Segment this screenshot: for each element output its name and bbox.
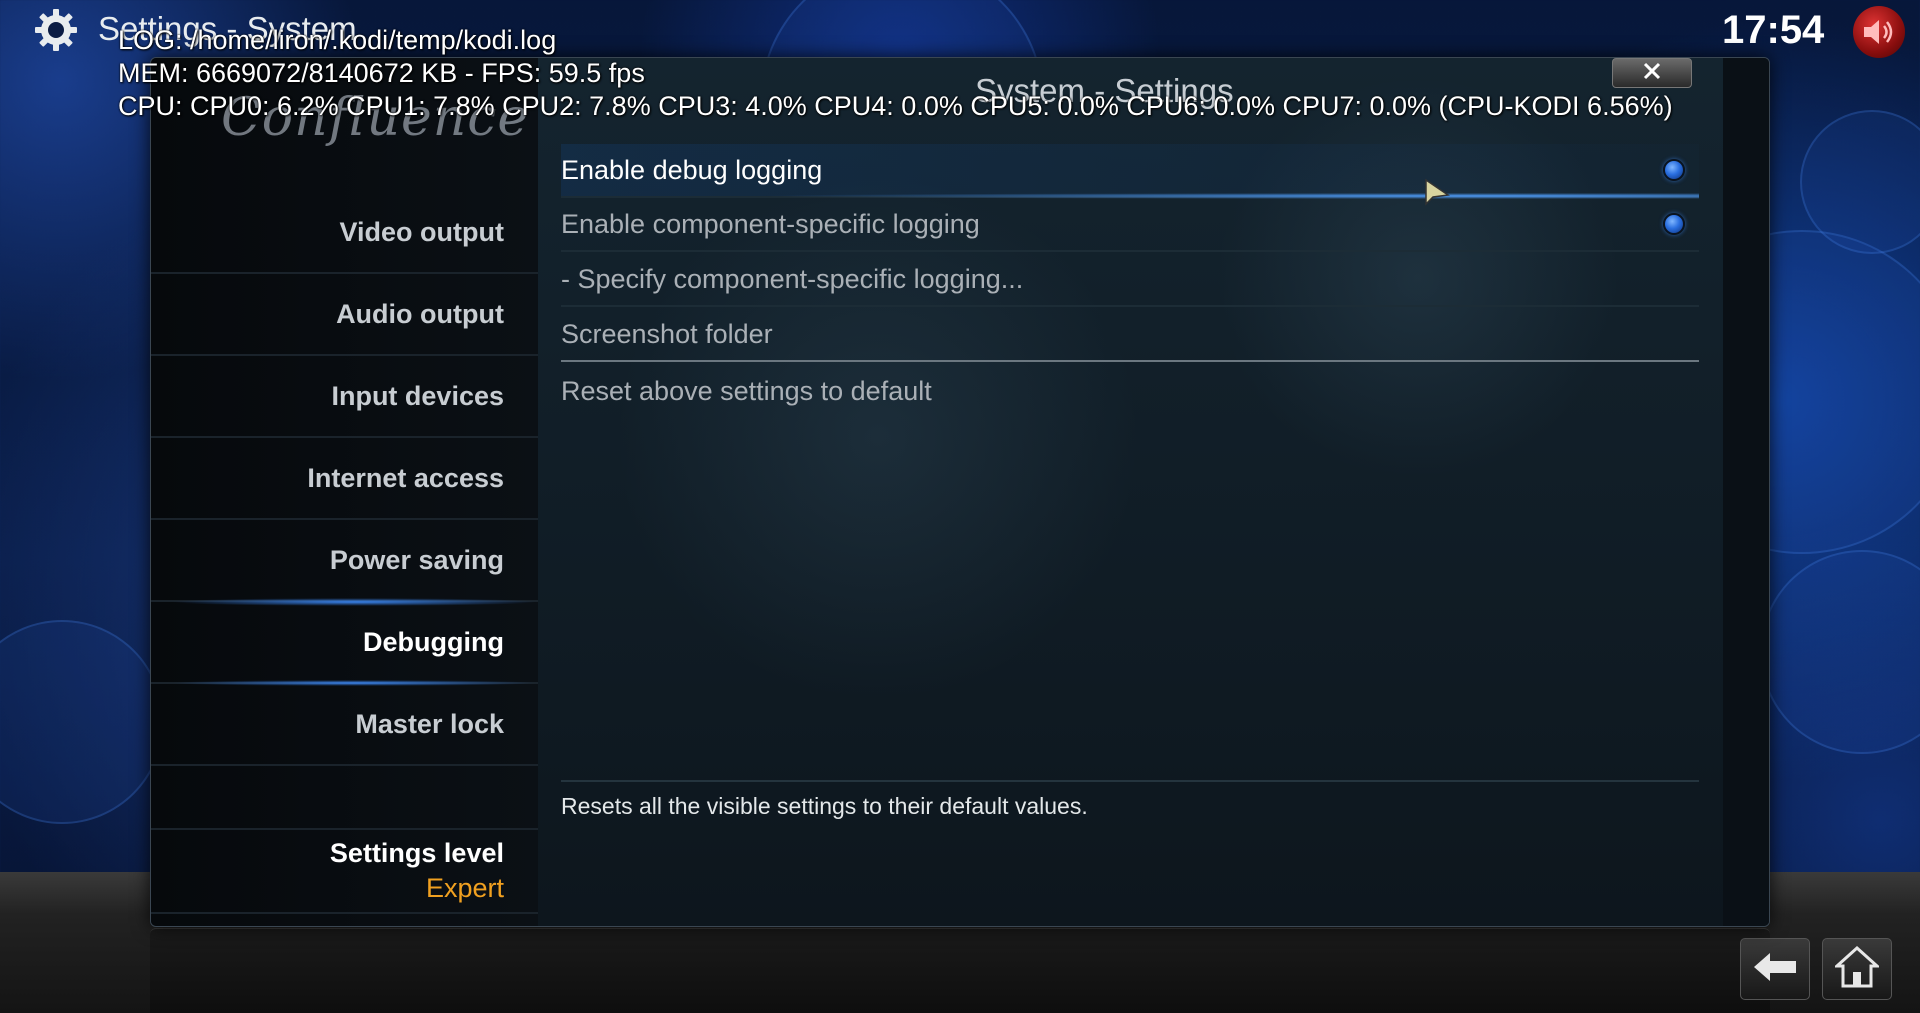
settings-level-button[interactable]: Settings level Expert	[151, 828, 538, 914]
setting-specify-component-logging[interactable]: - Specify component-specific logging...	[561, 253, 1699, 307]
setting-description: Resets all the visible settings to their…	[561, 793, 1088, 819]
radio-toggle-icon[interactable]	[1663, 213, 1685, 235]
background-bokeh	[0, 620, 164, 824]
setting-label: Enable debug logging	[561, 154, 823, 185]
back-arrow-icon	[1752, 951, 1798, 988]
debug-memory-fps: MEM: 6669072/8140672 KB - FPS: 59.5 fps	[118, 58, 645, 88]
setting-label: Enable component-specific logging	[561, 208, 980, 239]
back-button[interactable]	[1740, 938, 1810, 1000]
settings-sidebar: Confluence Video output Audio output Inp…	[151, 58, 538, 926]
background-bokeh	[1760, 550, 1920, 754]
setting-enable-component-logging[interactable]: Enable component-specific logging	[561, 198, 1699, 252]
home-icon	[1833, 945, 1881, 993]
setting-reset-defaults[interactable]: Reset above settings to default	[561, 364, 1699, 418]
panel-right-edge	[1723, 58, 1769, 926]
sidebar-item-debugging[interactable]: Debugging	[151, 598, 538, 686]
sidebar-item-power-saving[interactable]: Power saving	[151, 520, 538, 602]
setting-label: - Specify component-specific logging...	[561, 263, 1024, 294]
sidebar-item-label: Master lock	[355, 708, 504, 739]
sidebar-item-internet-access[interactable]: Internet access	[151, 438, 538, 520]
clock: 17:54	[1722, 8, 1825, 52]
settings-content: Enable debug logging Enable component-sp…	[538, 58, 1723, 926]
home-button[interactable]	[1822, 938, 1892, 1000]
gear-icon	[34, 8, 78, 52]
setting-label: Reset above settings to default	[561, 375, 932, 406]
radio-toggle-icon[interactable]	[1663, 159, 1685, 181]
sidebar-item-label: Video output	[339, 216, 504, 247]
debug-log-path: LOG: /home/liron/.kodi/temp/kodi.log	[118, 25, 557, 55]
settings-level-value: Expert	[425, 873, 504, 903]
debug-cpu-usage: CPU: CPU0: 6.2% CPU1: 7.8% CPU2: 7.8% CP…	[118, 91, 1673, 121]
sidebar-item-audio-output[interactable]: Audio output	[151, 274, 538, 356]
sidebar-item-label: Audio output	[336, 298, 504, 329]
setting-enable-debug-logging[interactable]: Enable debug logging	[561, 144, 1699, 200]
mouse-cursor-icon	[1424, 178, 1451, 213]
sidebar-item-label: Debugging	[363, 626, 504, 657]
bottom-strip	[150, 928, 1770, 1013]
sidebar-item-video-output[interactable]: Video output	[151, 192, 538, 274]
setting-label: Screenshot folder	[561, 318, 773, 349]
sidebar-item-label: Internet access	[307, 462, 504, 493]
settings-dialog: Confluence Video output Audio output Inp…	[150, 57, 1770, 927]
sidebar-item-label: Input devices	[331, 380, 504, 411]
sidebar-item-master-lock[interactable]: Master lock	[151, 684, 538, 766]
sidebar-item-label: Power saving	[329, 544, 504, 575]
debug-info-overlay: LOG: /home/liron/.kodi/temp/kodi.log MEM…	[118, 24, 1673, 123]
settings-level-label: Settings level	[329, 838, 504, 868]
sidebar-item-input-devices[interactable]: Input devices	[151, 356, 538, 438]
description-divider	[561, 780, 1699, 782]
setting-screenshot-folder[interactable]: Screenshot folder	[561, 308, 1699, 362]
speaker-muted-icon[interactable]	[1853, 6, 1905, 58]
